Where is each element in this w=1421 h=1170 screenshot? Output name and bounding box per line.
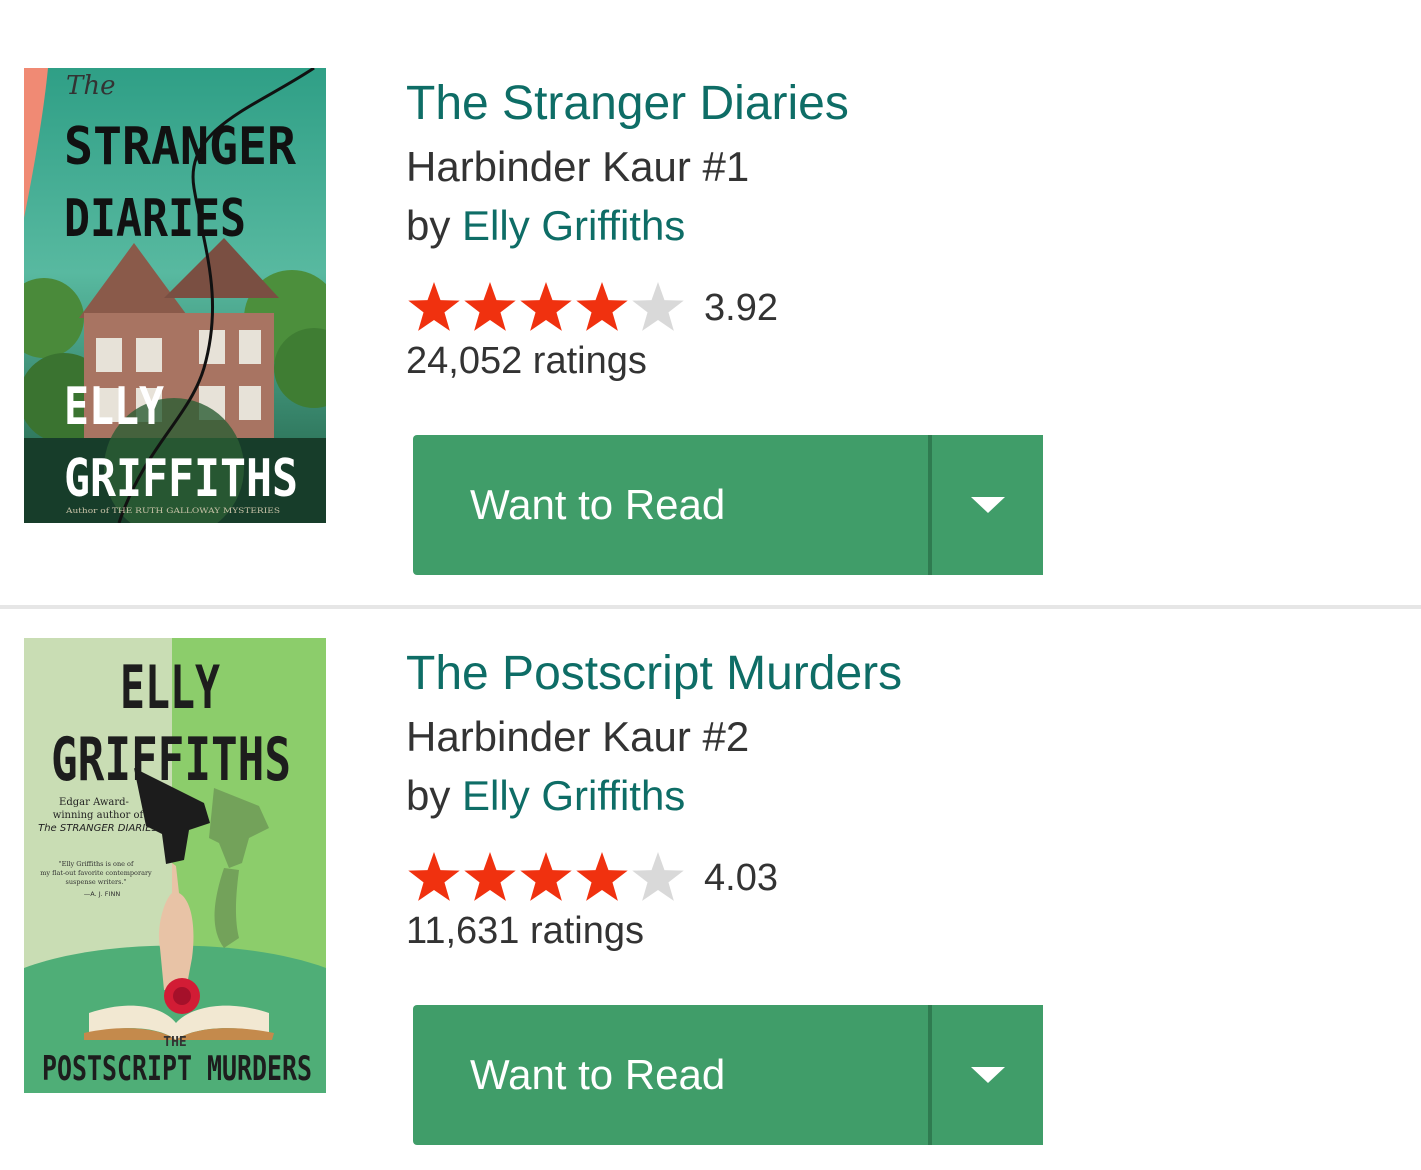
star-empty-icon bbox=[632, 852, 684, 901]
cover-the: THE bbox=[163, 1035, 186, 1050]
star-filled-icon bbox=[520, 282, 572, 331]
star-filled-icon bbox=[576, 282, 628, 331]
book-title-link[interactable]: The Postscript Murders bbox=[406, 646, 902, 702]
average-rating: 4.03 bbox=[704, 857, 778, 899]
shelf-dropdown-button[interactable] bbox=[932, 1005, 1043, 1145]
byline: by Elly Griffiths bbox=[406, 201, 685, 251]
star-filled-icon bbox=[464, 282, 516, 331]
want-to-read-button[interactable]: Want to Read bbox=[413, 435, 928, 575]
cover-word: The bbox=[66, 71, 115, 101]
cover-blurb-line: The STRANGER DIARIES bbox=[38, 823, 158, 834]
cover-author-line: GRIFFITHS bbox=[64, 449, 298, 509]
series-link[interactable]: Harbinder Kaur #1 bbox=[406, 142, 749, 192]
average-rating: 3.92 bbox=[704, 287, 778, 329]
star-rating bbox=[406, 850, 686, 904]
book-title-link[interactable]: The Stranger Diaries bbox=[406, 76, 849, 132]
book-row: The STRANGER DIARIES ELLY GRIFFITHS Auth… bbox=[0, 0, 1421, 575]
cover-quote-line: —A. J. FINN bbox=[84, 890, 121, 898]
cover-quote-line: "Elly Griffiths is one of bbox=[59, 860, 134, 868]
cover-blurb-line: Edgar Award- bbox=[59, 797, 129, 808]
cover-author-line: ELLY bbox=[64, 377, 165, 437]
cover-quote-line: suspense writers." bbox=[65, 878, 126, 886]
star-filled-icon bbox=[520, 852, 572, 901]
cover-author-line: GRIFFITHS bbox=[51, 725, 291, 795]
star-filled-icon bbox=[464, 852, 516, 901]
author-link[interactable]: Elly Griffiths bbox=[462, 772, 685, 819]
author-link[interactable]: Elly Griffiths bbox=[462, 202, 685, 249]
ratings-count: 24,052 ratings bbox=[406, 340, 647, 382]
book-cover[interactable]: ELLY GRIFFITHS Edgar Award- winning auth… bbox=[24, 638, 326, 1093]
book-row: ELLY GRIFFITHS Edgar Award- winning auth… bbox=[0, 570, 1421, 1145]
shelf-button-group: Want to Read bbox=[413, 435, 1043, 575]
shelf-dropdown-button[interactable] bbox=[932, 435, 1043, 575]
cover-footer: Author of THE RUTH GALLOWAY MYSTERIES bbox=[65, 507, 281, 515]
star-filled-icon bbox=[408, 852, 460, 901]
series-link[interactable]: Harbinder Kaur #2 bbox=[406, 712, 749, 762]
cover-blurb-line: winning author of bbox=[53, 810, 145, 821]
caret-down-icon bbox=[970, 497, 1005, 513]
star-filled-icon bbox=[408, 282, 460, 331]
shelf-button-group: Want to Read bbox=[413, 1005, 1043, 1145]
cover-quote-line: my flat-out favorite contemporary bbox=[40, 869, 152, 877]
cover-title: POSTSCRIPT MURDERS bbox=[42, 1049, 312, 1089]
book-cover[interactable]: The STRANGER DIARIES ELLY GRIFFITHS Auth… bbox=[24, 68, 326, 523]
cover-title-line: DIARIES bbox=[64, 189, 246, 249]
cover-title-line: STRANGER bbox=[64, 117, 297, 177]
svg-text:The: The bbox=[66, 71, 115, 101]
ratings-count: 11,631 ratings bbox=[406, 910, 645, 952]
cover-author-line: ELLY bbox=[120, 653, 220, 723]
by-label: by bbox=[406, 202, 451, 249]
byline: by Elly Griffiths bbox=[406, 771, 685, 821]
star-rating bbox=[406, 280, 686, 334]
star-empty-icon bbox=[632, 282, 684, 331]
star-filled-icon bbox=[576, 852, 628, 901]
by-label: by bbox=[406, 772, 451, 819]
want-to-read-button[interactable]: Want to Read bbox=[413, 1005, 928, 1145]
caret-down-icon bbox=[970, 1067, 1005, 1083]
